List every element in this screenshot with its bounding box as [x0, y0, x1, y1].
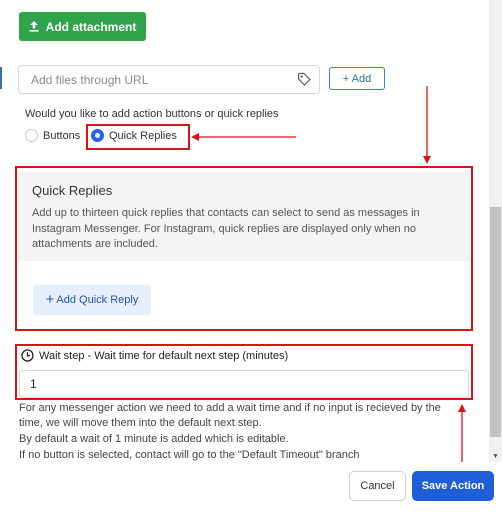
- add-attachment-button[interactable]: Add attachment: [19, 12, 146, 41]
- add-attachment-label: Add attachment: [45, 19, 137, 34]
- wait-help-line: For any messenger action we need to add …: [19, 402, 441, 414]
- action-type-question: Would you like to add action buttons or …: [25, 108, 279, 120]
- wait-help-line: By default a wait of 1 minute is added w…: [19, 433, 289, 445]
- left-edge-marker: [0, 67, 2, 89]
- tag-icon[interactable]: [297, 72, 311, 86]
- wait-help-line: If no button is selected, contact will g…: [19, 449, 360, 461]
- scrollbar-thumb[interactable]: [490, 207, 501, 437]
- upload-icon: [29, 21, 39, 32]
- cancel-label: Cancel: [360, 480, 395, 492]
- radio-option-buttons[interactable]: Buttons: [25, 129, 80, 142]
- arrow-to-radio: [191, 133, 296, 141]
- annotation-box-radio: [86, 124, 190, 150]
- save-action-button[interactable]: Save Action: [412, 471, 494, 501]
- save-action-label: Save Action: [421, 480, 485, 492]
- add-url-button[interactable]: + Add: [329, 67, 385, 90]
- radio-label-buttons: Buttons: [43, 129, 81, 142]
- scroll-down-arrow-icon[interactable]: ▼: [490, 452, 501, 462]
- annotation-box-wait-step: [15, 344, 473, 400]
- url-input-placeholder: Add files through URL: [31, 72, 149, 87]
- arrow-to-quick-replies: [423, 86, 431, 164]
- action-editor-panel: ▼ Add attachment Add files through URL +…: [0, 0, 502, 512]
- url-input[interactable]: Add files through URL: [18, 65, 320, 94]
- cancel-button[interactable]: Cancel: [349, 471, 406, 501]
- add-url-label: + Add: [342, 72, 372, 85]
- radio-circle[interactable]: [25, 129, 38, 142]
- annotation-box-quick-replies: [15, 166, 473, 331]
- wait-help-line: time, we will move them into the default…: [19, 417, 262, 429]
